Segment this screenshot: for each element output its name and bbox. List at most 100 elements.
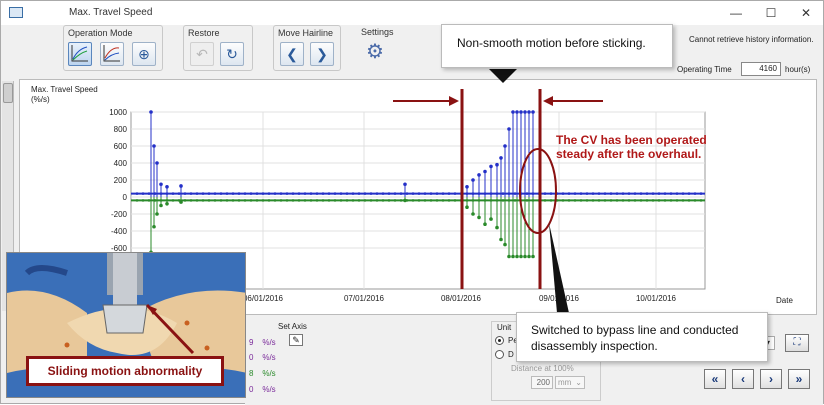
series-min-point [201,199,205,202]
series-max-point [675,192,679,195]
series-min-point [669,199,673,202]
series-min-point [135,199,139,202]
series-max-point [651,192,655,195]
series-max-point [687,192,691,195]
series-min-point [309,199,313,202]
edit-icon: ✎ [292,335,300,345]
series-max-point [267,192,271,195]
distance-input[interactable]: 200 [531,376,553,389]
series-min-point [237,199,241,202]
distance-unit-value: mm [558,378,572,387]
series-min-point [195,199,199,202]
distance-unit-select[interactable]: mm ⌄ [555,376,585,389]
chevron-down-icon: ⌄ [575,378,582,387]
set-axis-button[interactable]: ✎ [289,334,303,346]
series-min-spike-point [159,203,163,208]
series-min-point [273,199,277,202]
series-max-point [231,192,235,195]
last-page-button[interactable]: » [788,369,810,389]
series-max-spike-point [489,164,493,169]
y-tick-label: 0 [123,193,128,202]
series-min-point [693,199,697,202]
series-min-point [399,199,403,202]
series-min-point [417,199,421,202]
previous-page-button[interactable]: ‹ [732,369,754,389]
binoculars-icon: ⛶ [793,337,801,348]
series-max-point [447,192,451,195]
series-min-spike-point [507,254,511,259]
series-max-point [657,192,661,195]
series-max-point [561,192,565,195]
series-min-point [267,199,271,202]
series-min-point [681,199,685,202]
series-max-spike-point [531,110,535,114]
series-min-point [357,199,361,202]
series-min-point [585,199,589,202]
series-min-spike-point [152,224,156,229]
series-max-point [381,192,385,195]
series-max-spike-point [519,110,523,114]
series-min-point [255,199,259,202]
series-max-point [603,192,607,195]
next-page-button[interactable]: › [760,369,782,389]
series-max-point [195,192,199,195]
series-min-point [291,199,295,202]
chevron-right-icon: › [769,372,773,386]
series-min-point [699,199,703,202]
series-min-point [435,199,439,202]
series-max-point [255,192,259,195]
series-max-point [525,192,529,195]
top-callout-pointer [489,69,517,83]
series-min-point [141,199,145,202]
series-max-point [417,192,421,195]
series-max-point [315,192,319,195]
series-min-point [675,199,679,202]
series-min-spike-point [465,205,469,209]
axis-row-1: 9 %/s [249,338,276,347]
x-tick-label: 06/01/2016 [243,294,284,303]
series-max-point [591,192,595,195]
series-min-point [651,199,655,202]
series-max-point [573,192,577,195]
series-min-spike-point [531,254,535,259]
y-tick-label: 400 [114,159,128,168]
series-max-point [303,192,307,195]
series-max-point [405,192,409,195]
series-min-spike-point [179,200,183,204]
axis-row-value: 0 [249,353,254,362]
series-min-point [633,199,637,202]
axis-row-unit: %/s [262,385,276,394]
series-min-point [429,199,433,202]
series-min-point [561,199,565,202]
series-max-point [333,192,337,195]
bottom-callout-line1: Switched to bypass line and conducted [531,323,739,337]
series-min-spike-point [511,254,515,259]
series-min-spike-point [515,254,519,259]
unit-distance-radio[interactable] [495,350,504,359]
series-max-point [141,192,145,195]
series-min-point [183,199,187,202]
series-max-spike-point [403,182,407,187]
series-max-spike-point [155,161,159,165]
series-min-point [597,199,601,202]
series-min-point [627,199,631,202]
series-min-point [351,199,355,202]
series-max-point [297,192,301,195]
series-max-point [387,192,391,195]
series-max-point [327,192,331,195]
x-tick-label: 10/01/2016 [636,294,677,303]
series-max-point [219,192,223,195]
series-max-spike-point [165,185,169,189]
series-min-point [579,199,583,202]
unit-percent-radio[interactable] [495,336,504,345]
series-min-point [327,199,331,202]
series-max-spike-point [511,110,515,114]
first-page-button[interactable]: « [704,369,726,389]
series-min-spike-point [519,254,523,259]
find-button[interactable]: ⛶ [785,334,809,352]
series-max-point [351,192,355,195]
series-max-spike-point [483,169,487,174]
series-min-point [411,199,415,202]
series-min-point [315,199,319,202]
series-min-spike-point [403,198,407,203]
